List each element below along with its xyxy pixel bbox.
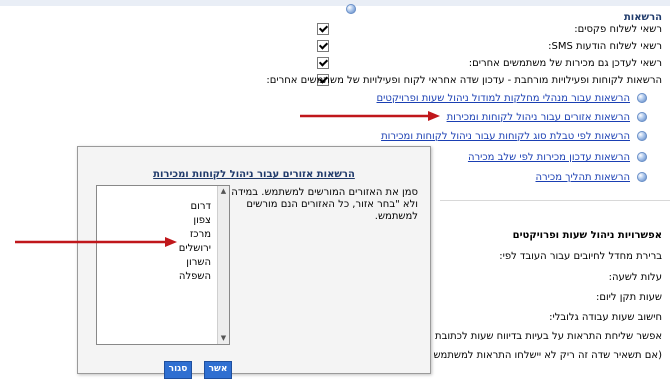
alerts-email-label: אפשר שליחת התראות על בעיות בדיווח שעות ל… xyxy=(405,331,662,342)
listbox-scrollbar[interactable]: ▲ ▼ xyxy=(217,186,229,344)
region-option[interactable]: ירושלים xyxy=(179,242,211,256)
dialog-title: הרשאות אזורים עבור ניהול לקוחות ומכירות xyxy=(153,169,355,180)
section-title: הרשאות xyxy=(623,12,662,23)
section-divider xyxy=(440,200,670,201)
update-others-sales-label: רשאי לעדכן גם מכירות של משתמשים אחרים: xyxy=(468,58,662,69)
fax-checkbox[interactable] xyxy=(317,23,329,35)
standard-hours-label: שעות תקן ליום: xyxy=(595,292,662,303)
region-option[interactable]: דרום xyxy=(179,200,211,214)
link-bullet-icon xyxy=(637,112,647,122)
ok-button[interactable]: אשר xyxy=(204,361,232,379)
link-customer-type-permissions[interactable]: הרשאות לפי טבלת סוג לקוחות עבור ניהול לק… xyxy=(381,131,630,142)
sms-permission-label: רשאי לשלוח הודעות SMS: xyxy=(548,41,662,52)
update-others-sales-checkbox[interactable] xyxy=(317,57,329,69)
default-billing-label: ברירת מחדל לחיובים עבור העובד לפי: xyxy=(499,251,662,262)
link-sales-process-permissions[interactable]: הרשאות תהליך מכירה xyxy=(536,172,631,183)
hourly-cost-label: עלות לשעה: xyxy=(608,272,662,283)
alerts-email-note: (אם תשאיר שדה זה ריק לא יישלחו התראות למ… xyxy=(413,350,662,361)
close-button[interactable]: סגור xyxy=(164,361,192,379)
fax-permission-label: רשאי לשלוח פקסים: xyxy=(574,24,662,35)
region-option[interactable]: מרכז xyxy=(179,228,211,242)
link-department-managers[interactable]: הרשאות עבור מנהלי מחלקות למודול ניהול שע… xyxy=(377,93,630,104)
expand-icon[interactable] xyxy=(346,4,356,14)
region-option[interactable]: השרון xyxy=(179,256,211,270)
link-sales-stage-permissions[interactable]: הרשאות עדכון מכירות לפי שלב מכירה xyxy=(468,152,630,163)
global-hours-label: חישוב שעות עבודה גלובלי: xyxy=(549,312,662,323)
regions-dialog: הרשאות אזורים עבור ניהול לקוחות ומכירות … xyxy=(77,146,431,379)
link-bullet-icon xyxy=(637,172,647,182)
top-bar xyxy=(0,0,670,6)
regions-listbox[interactable]: דרום צפון מרכז ירושלים השרון השפלה ▲ ▼ xyxy=(96,185,230,345)
link-bullet-icon xyxy=(637,131,647,141)
annotation-arrow xyxy=(300,111,440,121)
link-bullet-icon xyxy=(637,152,647,162)
scroll-up-icon[interactable]: ▲ xyxy=(218,186,229,197)
extended-permissions-label: הרשאות לקוחות ופעילויות מורחבת - עדכון ש… xyxy=(266,75,662,86)
link-bullet-icon xyxy=(637,93,647,103)
scroll-down-icon[interactable]: ▼ xyxy=(218,333,229,344)
link-regions-permissions[interactable]: הרשאות אזורים עבור ניהול לקוחות ומכירות xyxy=(447,112,630,123)
dialog-description: סמן את האזורים המורשים למשתמש. במידה ולא… xyxy=(231,187,418,222)
region-option[interactable]: השפלה xyxy=(179,270,211,284)
subsection-title: אפשרויות ניהול שעות ופרויקטים xyxy=(512,230,662,241)
annotation-arrow xyxy=(15,237,177,247)
region-option[interactable]: צפון xyxy=(179,214,211,228)
sms-checkbox[interactable] xyxy=(317,40,329,52)
